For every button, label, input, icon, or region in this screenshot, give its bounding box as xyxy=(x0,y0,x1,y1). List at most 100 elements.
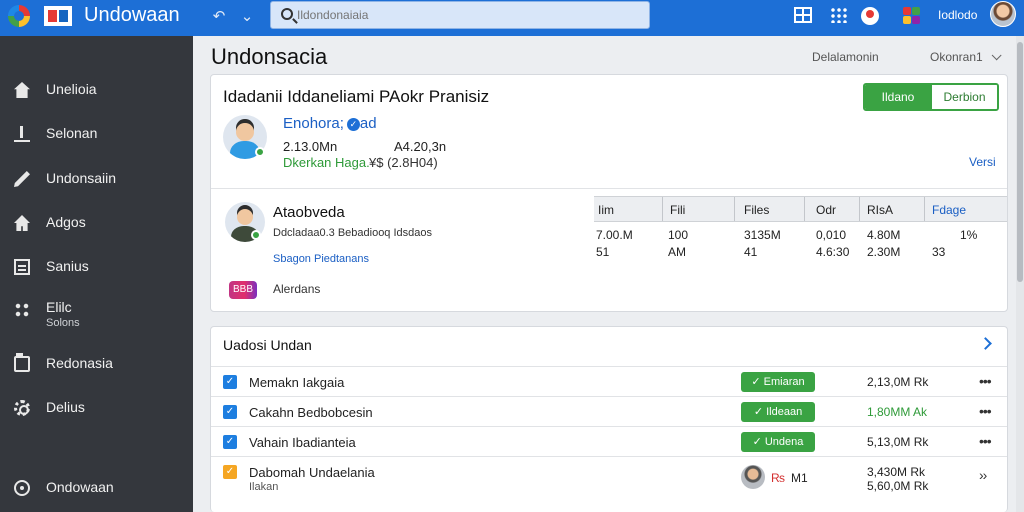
version-link[interactable]: Versi xyxy=(969,155,996,169)
sidebar-item-network[interactable]: Elilc Solons xyxy=(0,292,193,336)
list-item-subtitle: Ilakan xyxy=(249,481,279,493)
sidebar-item-house[interactable]: Adgos xyxy=(0,205,193,241)
top-bar: Undowaan ↶ ⌄ Iodlodo xyxy=(0,0,1024,36)
search-box[interactable] xyxy=(270,1,650,29)
stats-cell: 100 xyxy=(668,228,689,242)
list-item[interactable]: ✓ Cakahn Bedbobcesin ✓ Ildeaan 1,80MM Ak… xyxy=(211,396,1007,426)
user-stat: A4.20,3n xyxy=(394,139,447,154)
sidebar-item-settings[interactable]: Delius xyxy=(0,390,193,426)
scrollbar-thumb[interactable] xyxy=(1017,42,1023,282)
search-input[interactable] xyxy=(297,5,637,25)
stats-cell: 3135M xyxy=(744,228,781,242)
online-status-icon xyxy=(255,147,265,157)
profile-card: Idadanii Iddaneliami PAokr Pranisiz Ilda… xyxy=(210,74,1008,312)
header-link[interactable]: Delalamonin xyxy=(812,50,879,64)
sidebar-item-label: Elilc xyxy=(46,299,72,315)
more-options-icon[interactable]: ••• xyxy=(979,433,992,449)
status-badge-label: Ildeaan xyxy=(766,406,803,418)
view-toggle[interactable]: Ildano Derbion xyxy=(863,83,999,111)
sidebar-item-edit[interactable]: Undonsaiin xyxy=(0,161,193,197)
page-title: Undonsacia xyxy=(211,44,328,69)
list-item-meta: M1 xyxy=(791,471,808,485)
camera-badge-icon[interactable]: BBB xyxy=(229,281,257,299)
layout-grid-icon[interactable] xyxy=(794,7,812,23)
user-name[interactable]: Enohora; ✓ ad xyxy=(283,115,377,132)
list-item-title: Cakahn Bedbobcesin xyxy=(249,405,373,420)
user-name[interactable]: Ataobveda xyxy=(273,204,345,221)
toggle-option-active[interactable]: Ildano xyxy=(865,85,931,109)
pen-icon xyxy=(14,171,30,187)
gear-icon xyxy=(14,400,30,416)
sidebar-item-home[interactable]: Unelioia xyxy=(0,72,193,108)
list-item[interactable]: ✓ Vahain Ibadianteia ✓ Undena 5,13,0M Rk… xyxy=(211,426,1007,456)
header-dropdown[interactable]: Okonran1 xyxy=(930,50,1002,64)
stats-cell: 51 xyxy=(596,245,610,259)
list-item-title: Memakn Iakgaia xyxy=(249,375,345,390)
column-header[interactable]: RIsA xyxy=(867,203,893,217)
user-name-suffix: ad xyxy=(359,115,377,132)
status-badge: ✓ Emiaran xyxy=(741,372,815,392)
stats-table-header: Iim Fili Files Odr RIsA Fdage xyxy=(594,196,1007,222)
app-title: Undowaan xyxy=(84,4,180,26)
network-icon xyxy=(14,302,30,318)
apps-icon[interactable] xyxy=(830,7,848,23)
sidebar-item-label: Adgos xyxy=(46,214,86,230)
toggle-option-inactive[interactable]: Derbion xyxy=(931,85,997,109)
puzzle-icon[interactable] xyxy=(903,7,921,25)
list-item-value: 3,430M Rk xyxy=(867,465,926,479)
column-header[interactable]: Iim xyxy=(598,203,614,217)
list-item-value-secondary: 5,60,0M Rk xyxy=(867,479,929,493)
stats-cell: 33 xyxy=(932,245,946,259)
sidebar-item-list[interactable]: Sanius xyxy=(0,249,193,285)
column-divider xyxy=(804,197,805,221)
sidebar-item-label: Selonan xyxy=(46,125,98,141)
column-header[interactable]: Fdage xyxy=(932,203,966,217)
sidebar-item-upload[interactable]: Selonan xyxy=(0,116,193,152)
notification-icon[interactable] xyxy=(861,7,879,25)
user-status: Dkerkan Haga. xyxy=(283,155,370,170)
sidebar-item-label: Undonsaiin xyxy=(46,170,117,186)
stats-row: 51 AM 41 4.6:30 2.30M 33 xyxy=(594,245,1007,261)
sidebar-item-bottom[interactable]: Ondowaan xyxy=(0,470,193,506)
divider xyxy=(211,188,1007,189)
avatar[interactable] xyxy=(741,465,765,489)
user-footer-text: Alerdans xyxy=(273,282,321,296)
sidebar-item-folder[interactable]: Redonasia xyxy=(0,346,193,382)
list-item[interactable]: ✓ Dabomah Undaelania Ilakan ₨ M1 3,430M … xyxy=(211,456,1007,500)
status-badge-label: Emiaran xyxy=(763,376,805,388)
list-icon xyxy=(14,259,30,275)
sidebar: Unelioia Selonan Undonsaiin Adgos Sanius… xyxy=(0,36,193,512)
header-dropdown-label: Okonran1 xyxy=(930,50,983,64)
list-item-value: 5,13,0M Rk xyxy=(867,435,929,449)
column-divider xyxy=(662,197,663,221)
chevron-right-icon[interactable] xyxy=(979,337,992,350)
stats-cell: 1% xyxy=(960,228,978,242)
currency-label: ₨ xyxy=(771,471,785,485)
checkbox[interactable]: ✓ xyxy=(223,435,237,449)
expand-icon[interactable]: ›› xyxy=(979,467,987,483)
back-icon[interactable]: ↶ xyxy=(208,6,230,28)
verified-icon: ✓ xyxy=(346,118,360,131)
sidebar-item-label: Unelioia xyxy=(46,81,97,97)
more-options-icon[interactable]: ••• xyxy=(979,403,992,419)
chevron-down-icon[interactable]: ⌄ xyxy=(236,6,258,28)
checkbox[interactable]: ✓ xyxy=(223,465,237,479)
more-options-icon[interactable]: ••• xyxy=(979,373,992,389)
column-header[interactable]: Odr xyxy=(816,203,836,217)
checkbox[interactable]: ✓ xyxy=(223,405,237,419)
chevron-down-icon xyxy=(991,50,1002,61)
list-item[interactable]: ✓ Memakn Iakgaia ✓ Emiaran 2,13,0M Rk ••… xyxy=(211,366,1007,396)
scrollbar[interactable] xyxy=(1016,36,1024,512)
sidebar-item-label: Delius xyxy=(46,399,85,415)
status-badge: ✓ Ildeaan xyxy=(741,402,815,422)
app-logo-icon[interactable] xyxy=(8,5,36,27)
user-avatar[interactable] xyxy=(990,1,1016,27)
checkbox[interactable]: ✓ xyxy=(223,375,237,389)
user-name[interactable]: Iodlodo xyxy=(938,8,977,22)
user-status-value: ¥$ (2.8H04) xyxy=(369,155,438,170)
stats-cell: 2.30M xyxy=(867,245,901,259)
column-header[interactable]: Fili xyxy=(670,203,685,217)
status-badge-label: Undena xyxy=(764,436,804,448)
column-header[interactable]: Files xyxy=(744,203,769,217)
user-link[interactable]: Sbagon Piedtanans xyxy=(273,253,369,265)
